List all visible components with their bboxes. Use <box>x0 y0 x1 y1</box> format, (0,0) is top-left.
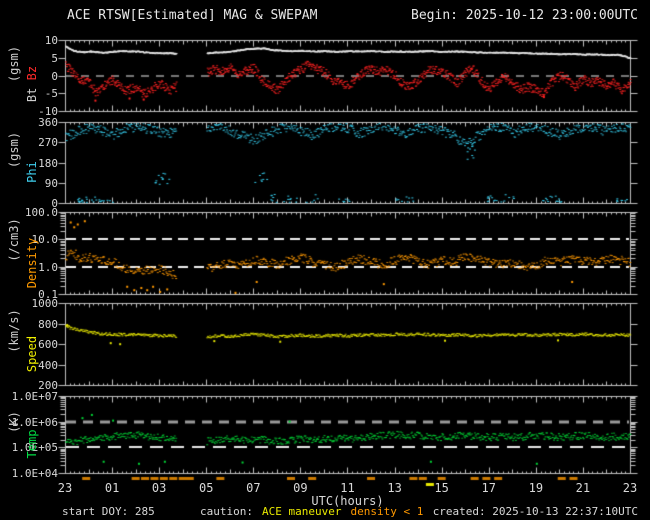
plot-canvas <box>0 0 650 520</box>
caution-density-label: density < 1 <box>350 505 424 518</box>
speed-panel-name-label: Speed <box>25 336 39 372</box>
axis-name-segment: Phi <box>25 161 39 184</box>
created-timestamp: created: 2025-10-13 22:37:10UTC <box>432 505 638 518</box>
axis-name-segment: Density <box>25 237 39 289</box>
density-panel-unit-label: (/cm3) <box>7 218 21 262</box>
caution-maneuver-label: ACE maneuver <box>261 505 342 518</box>
x-tick-label: 07 <box>246 481 261 495</box>
x-tick-label: 19 <box>528 481 544 495</box>
caution-label: caution: <box>200 505 253 518</box>
caution-note: caution: ACE maneuver density < 1 <box>200 505 432 518</box>
x-tick-label: 05 <box>199 481 214 495</box>
phi-panel-unit-label: (gsm) <box>7 131 21 168</box>
y-tick-label: 1000 <box>31 297 59 310</box>
y-tick-label: 1.0E+04 <box>11 467 58 480</box>
begin-timestamp: Begin: 2025-10-12 23:00:00UTC <box>411 8 638 23</box>
x-tick-label: 03 <box>151 481 167 495</box>
axis-name-segment: Bz <box>25 65 39 81</box>
speed-panel-unit-label: (km/s) <box>7 309 21 353</box>
axis-name-segment: Speed <box>25 335 39 372</box>
temp-panel-name-label: Temp <box>25 429 39 458</box>
density-panel-name-label: Density <box>25 238 39 289</box>
phi-panel-name-label: Phi <box>25 161 39 183</box>
x-tick-label: 13 <box>387 481 402 495</box>
x-tick-label: 09 <box>293 481 308 495</box>
y-tick-label: 1.0E+07 <box>11 390 58 403</box>
y-tick-label: 360 <box>38 116 58 129</box>
bt-bz-panel-unit-label: (gsm) <box>7 46 21 83</box>
bt-bz-panel-name-label: Bt Bz <box>25 66 39 102</box>
x-tick-label: 11 <box>340 481 355 495</box>
y-tick-label: 100.0 <box>24 206 58 219</box>
axis-name-segment: Bt <box>25 80 39 103</box>
axis-name-segment: Temp <box>25 429 39 459</box>
x-tick-label: 23 <box>622 481 638 495</box>
temp-panel-unit-label: (K) <box>7 411 21 434</box>
x-tick-label: 21 <box>575 481 591 495</box>
start-doy-label: start DOY: 285 <box>62 505 155 518</box>
x-tick-label: 17 <box>481 481 496 495</box>
x-tick-label: 01 <box>104 481 120 495</box>
ace-rtsw-plot: ACE RTSW[Estimated] MAG & SWEPAM Begin: … <box>0 0 650 520</box>
x-tick-label: 23 <box>57 481 73 495</box>
plot-title: ACE RTSW[Estimated] MAG & SWEPAM <box>67 8 318 23</box>
x-tick-label: 15 <box>434 481 449 495</box>
